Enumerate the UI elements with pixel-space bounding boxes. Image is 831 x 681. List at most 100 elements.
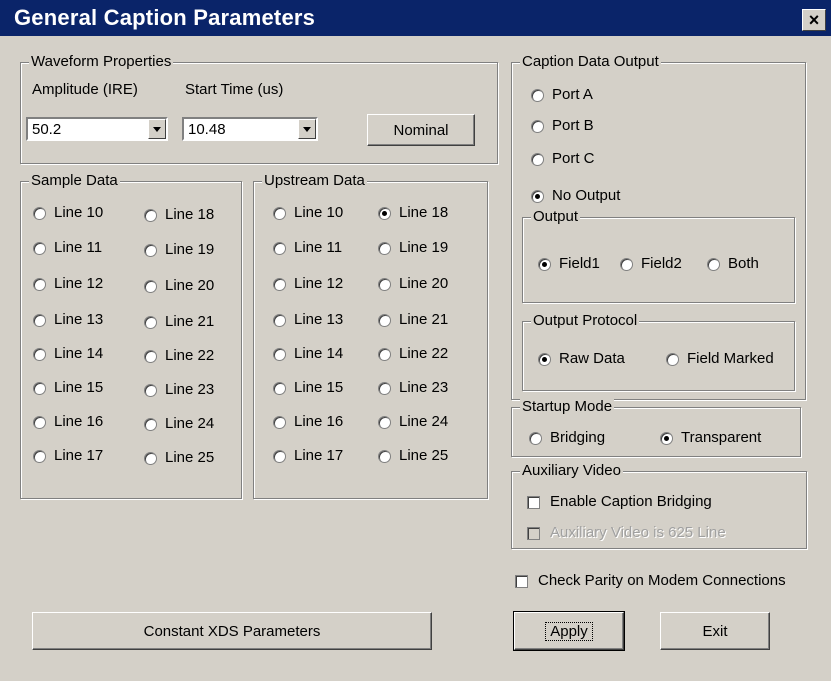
radio-dot[interactable] bbox=[144, 349, 157, 363]
no-output-radio[interactable]: No Output bbox=[531, 187, 620, 205]
sample-line-20-radio[interactable]: Line 20 bbox=[144, 277, 214, 295]
upstream-line-18-radio[interactable]: Line 18 bbox=[378, 204, 448, 222]
radio-dot[interactable] bbox=[144, 383, 157, 397]
protocol-field-marked-radio[interactable]: Field Marked bbox=[666, 350, 774, 368]
sample-line-21-radio[interactable]: Line 21 bbox=[144, 313, 214, 331]
sample-line-12-radio[interactable]: Line 12 bbox=[33, 275, 103, 293]
radio-dot[interactable] bbox=[33, 241, 46, 255]
radio-dot[interactable] bbox=[538, 352, 551, 366]
exit-button[interactable]: Exit bbox=[660, 612, 770, 650]
sample-line-22-radio[interactable]: Line 22 bbox=[144, 347, 214, 365]
startup-transparent-radio[interactable]: Transparent bbox=[660, 429, 761, 447]
sample-line-15-radio[interactable]: Line 15 bbox=[33, 379, 103, 397]
port-a-radio[interactable]: Port A bbox=[531, 86, 593, 104]
upstream-line-20-radio[interactable]: Line 20 bbox=[378, 275, 448, 293]
sample-line-23-radio[interactable]: Line 23 bbox=[144, 381, 214, 399]
radio-dot[interactable] bbox=[33, 449, 46, 463]
sample-line-19-radio[interactable]: Line 19 bbox=[144, 241, 214, 259]
check-parity-checkbox[interactable]: Check Parity on Modem Connections bbox=[515, 572, 786, 590]
radio-dot[interactable] bbox=[531, 119, 544, 133]
radio-dot[interactable] bbox=[538, 257, 551, 271]
checkbox-box[interactable] bbox=[527, 495, 540, 509]
chevron-down-icon[interactable] bbox=[148, 119, 166, 139]
radio-dot[interactable] bbox=[144, 417, 157, 431]
radio-dot[interactable] bbox=[378, 241, 391, 255]
radio-dot[interactable] bbox=[531, 189, 544, 203]
radio-dot[interactable] bbox=[378, 206, 391, 220]
radio-dot[interactable] bbox=[707, 257, 720, 271]
radio-dot[interactable] bbox=[378, 415, 391, 429]
upstream-line-10-radio[interactable]: Line 10 bbox=[273, 204, 343, 222]
sample-line-16-radio[interactable]: Line 16 bbox=[33, 413, 103, 431]
protocol-raw-data-radio-label: Raw Data bbox=[559, 350, 625, 367]
port-c-radio[interactable]: Port C bbox=[531, 150, 595, 168]
sample-line-18-radio[interactable]: Line 18 bbox=[144, 206, 214, 224]
radio-dot[interactable] bbox=[273, 415, 286, 429]
radio-dot[interactable] bbox=[531, 152, 544, 166]
radio-dot[interactable] bbox=[273, 313, 286, 327]
radio-dot[interactable] bbox=[273, 347, 286, 361]
apply-button[interactable]: Apply bbox=[513, 611, 625, 651]
sample-line-13-radio[interactable]: Line 13 bbox=[33, 311, 103, 329]
radio-dot[interactable] bbox=[144, 208, 157, 222]
radio-dot[interactable] bbox=[378, 313, 391, 327]
radio-dot[interactable] bbox=[660, 431, 673, 445]
upstream-line-17-radio[interactable]: Line 17 bbox=[273, 447, 343, 465]
radio-dot[interactable] bbox=[529, 431, 542, 445]
output-both-radio[interactable]: Both bbox=[707, 255, 759, 273]
sample-line-10-radio[interactable]: Line 10 bbox=[33, 204, 103, 222]
radio-dot[interactable] bbox=[273, 241, 286, 255]
upstream-line-22-radio[interactable]: Line 22 bbox=[378, 345, 448, 363]
port-b-radio[interactable]: Port B bbox=[531, 117, 594, 135]
radio-dot[interactable] bbox=[666, 352, 679, 366]
radio-dot[interactable] bbox=[273, 449, 286, 463]
radio-dot[interactable] bbox=[33, 347, 46, 361]
radio-dot[interactable] bbox=[378, 449, 391, 463]
upstream-line-16-radio[interactable]: Line 16 bbox=[273, 413, 343, 431]
radio-dot[interactable] bbox=[620, 257, 633, 271]
amplitude-select[interactable]: 50.2 bbox=[26, 117, 168, 141]
enable-caption-bridging-checkbox[interactable]: Enable Caption Bridging bbox=[527, 493, 712, 511]
constant-xds-parameters-button[interactable]: Constant XDS Parameters bbox=[32, 612, 432, 650]
radio-dot[interactable] bbox=[378, 381, 391, 395]
upstream-line-24-radio[interactable]: Line 24 bbox=[378, 413, 448, 431]
radio-dot[interactable] bbox=[144, 243, 157, 257]
radio-dot[interactable] bbox=[144, 279, 157, 293]
upstream-line-13-radio[interactable]: Line 13 bbox=[273, 311, 343, 329]
sample-line-11-radio[interactable]: Line 11 bbox=[33, 239, 102, 257]
nominal-button[interactable]: Nominal bbox=[367, 114, 475, 146]
radio-dot[interactable] bbox=[144, 315, 157, 329]
upstream-line-21-radio[interactable]: Line 21 bbox=[378, 311, 448, 329]
upstream-line-23-radio[interactable]: Line 23 bbox=[378, 379, 448, 397]
radio-dot[interactable] bbox=[531, 88, 544, 102]
checkbox-box[interactable] bbox=[515, 574, 528, 588]
start-time-select[interactable]: 10.48 bbox=[182, 117, 318, 141]
radio-dot[interactable] bbox=[378, 347, 391, 361]
protocol-raw-data-radio[interactable]: Raw Data bbox=[538, 350, 625, 368]
radio-dot[interactable] bbox=[378, 277, 391, 291]
upstream-line-25-radio[interactable]: Line 25 bbox=[378, 447, 448, 465]
upstream-line-12-radio[interactable]: Line 12 bbox=[273, 275, 343, 293]
sample-line-24-radio[interactable]: Line 24 bbox=[144, 415, 214, 433]
chevron-down-icon[interactable] bbox=[298, 119, 316, 139]
radio-dot[interactable] bbox=[273, 277, 286, 291]
radio-dot[interactable] bbox=[33, 206, 46, 220]
upstream-line-11-radio[interactable]: Line 11 bbox=[273, 239, 342, 257]
output-field2-radio[interactable]: Field2 bbox=[620, 255, 682, 273]
upstream-line-14-radio[interactable]: Line 14 bbox=[273, 345, 343, 363]
upstream-line-15-radio[interactable]: Line 15 bbox=[273, 379, 343, 397]
sample-line-17-radio[interactable]: Line 17 bbox=[33, 447, 103, 465]
radio-dot[interactable] bbox=[33, 313, 46, 327]
radio-dot[interactable] bbox=[273, 381, 286, 395]
output-field1-radio[interactable]: Field1 bbox=[538, 255, 600, 273]
radio-dot[interactable] bbox=[273, 206, 286, 220]
radio-dot[interactable] bbox=[144, 451, 157, 465]
radio-dot[interactable] bbox=[33, 277, 46, 291]
sample-line-25-radio[interactable]: Line 25 bbox=[144, 449, 214, 467]
radio-dot[interactable] bbox=[33, 415, 46, 429]
close-button[interactable]: × bbox=[802, 9, 826, 31]
startup-bridging-radio[interactable]: Bridging bbox=[529, 429, 605, 447]
radio-dot[interactable] bbox=[33, 381, 46, 395]
upstream-line-19-radio[interactable]: Line 19 bbox=[378, 239, 448, 257]
sample-line-14-radio[interactable]: Line 14 bbox=[33, 345, 103, 363]
